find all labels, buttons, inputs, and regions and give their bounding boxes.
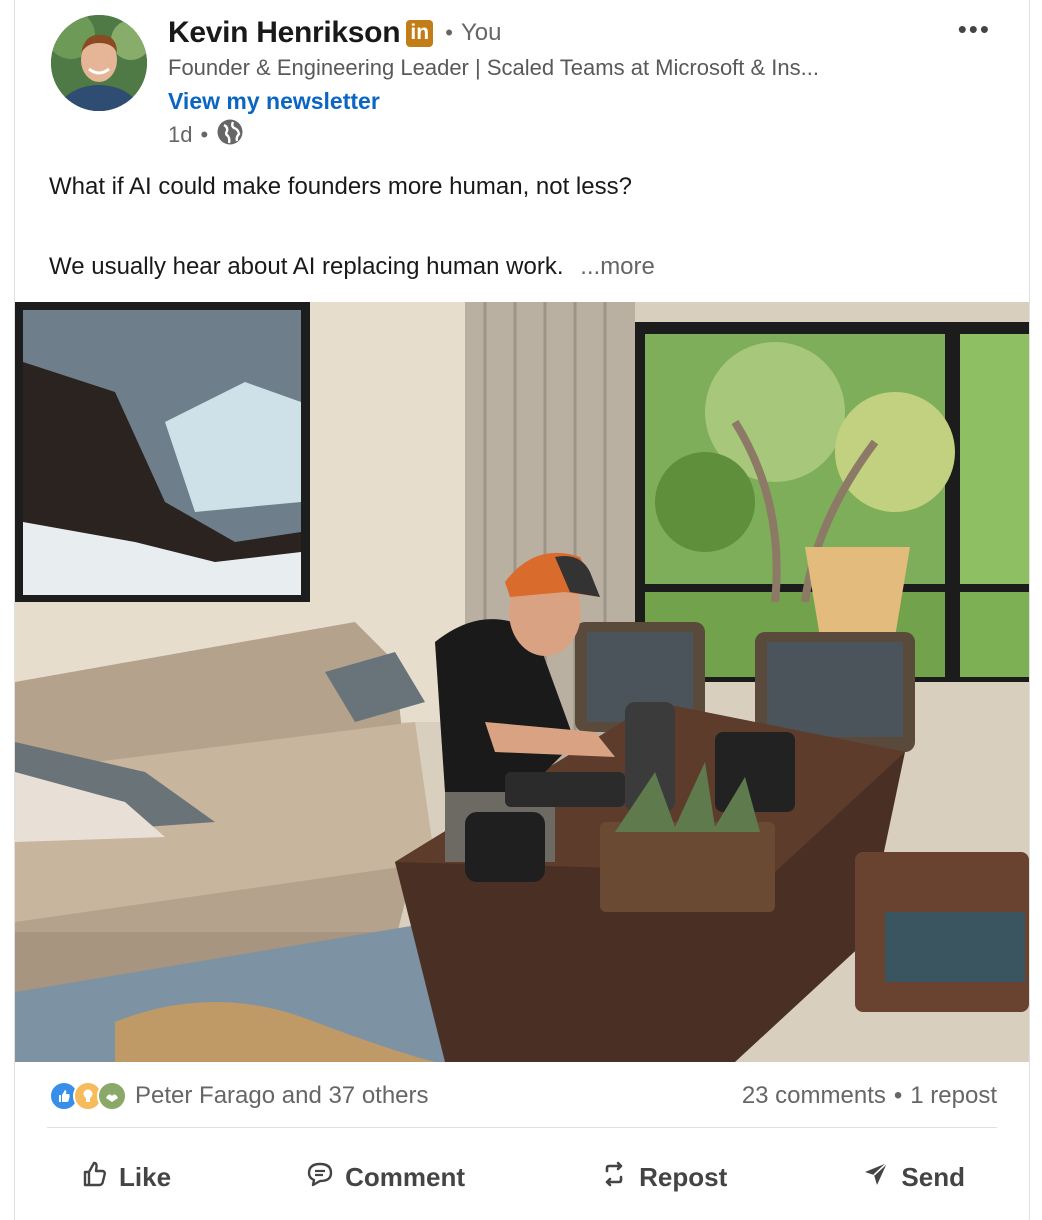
social-counts: Peter Farago and 37 others 23 comments •… — [49, 1074, 997, 1118]
post-line-2: We usually hear about AI replacing human… — [49, 253, 564, 280]
comment-icon — [305, 1159, 335, 1196]
action-bar: Like Comment Repost Send — [61, 1148, 983, 1206]
like-button[interactable]: Like — [61, 1151, 189, 1204]
separator-dot: • — [200, 122, 209, 147]
linkedin-premium-icon: in — [406, 19, 434, 47]
send-icon — [861, 1159, 891, 1196]
post-body: What if AI could make founders more huma… — [49, 168, 979, 286]
post-card: Kevin Henrikson in • You Founder & Engin… — [14, 0, 1030, 1220]
globe-icon — [216, 118, 244, 152]
send-button[interactable]: Send — [843, 1151, 983, 1204]
support-icon — [97, 1081, 127, 1111]
view-newsletter-link[interactable]: View my newsletter — [168, 84, 819, 118]
author-relation: You — [460, 19, 502, 46]
see-more-link[interactable]: ...more — [580, 253, 655, 280]
divider — [47, 1127, 997, 1128]
author-name[interactable]: Kevin Henrikson — [168, 16, 401, 50]
avatar[interactable] — [51, 15, 147, 111]
author-headline: Founder & Engineering Leader | Scaled Te… — [168, 55, 819, 80]
send-label: Send — [901, 1161, 965, 1192]
separator-dot: • — [893, 1082, 903, 1109]
reactors-text[interactable]: Peter Farago and 37 others — [135, 1082, 429, 1110]
repost-label: Repost — [639, 1161, 728, 1192]
post-header: Kevin Henrikson in • You Founder & Engin… — [168, 14, 819, 152]
like-label: Like — [119, 1161, 172, 1192]
post-line-1: What if AI could make founders more huma… — [49, 173, 632, 200]
thumbs-up-icon — [79, 1159, 109, 1196]
post-image[interactable] — [15, 302, 1029, 1062]
more-options-icon[interactable]: ••• — [958, 14, 991, 45]
comments-count[interactable]: 23 comments — [742, 1082, 886, 1110]
separator-dot: • — [445, 20, 453, 45]
post-time: 1d — [168, 122, 193, 147]
reposts-count[interactable]: 1 repost — [910, 1082, 997, 1110]
reactions[interactable] — [49, 1081, 127, 1111]
repost-icon — [599, 1159, 629, 1196]
comment-label: Comment — [345, 1161, 466, 1192]
repost-button[interactable]: Repost — [581, 1151, 745, 1204]
comment-button[interactable]: Comment — [287, 1151, 483, 1204]
